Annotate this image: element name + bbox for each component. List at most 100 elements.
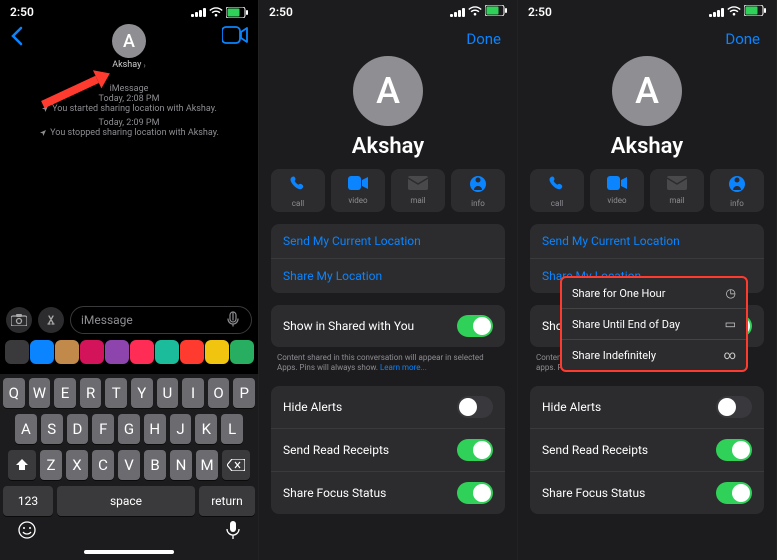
contact-name[interactable]: Akshay› [0,60,258,70]
key-d[interactable]: D [67,414,89,444]
key-p[interactable]: P [233,378,255,408]
toggle-read-receipts[interactable] [457,439,493,461]
share-end-of-day[interactable]: Share Until End of Day▭ [562,309,746,340]
app-icon-0[interactable] [5,340,29,364]
battery-icon [485,5,507,19]
toggle-hide-alerts[interactable] [457,396,493,418]
show-shared-with-you[interactable]: Show in Shared with You [271,305,505,347]
home-indicator[interactable] [84,550,174,554]
dictation-icon[interactable] [225,311,241,330]
share-my-location[interactable]: Share My Location [271,259,505,293]
space-key[interactable]: space [57,486,195,516]
key-w[interactable]: W [29,378,51,408]
key-l[interactable]: L [221,414,243,444]
keyboard[interactable]: QWERTYUIOP ASDFGHJKL ZXCVBNM 123 space r… [0,374,258,560]
toggle-focus-status[interactable] [457,482,493,504]
location-section: Send My Current Location Share My Locati… [271,224,505,293]
key-i[interactable]: I [182,378,204,408]
key-a[interactable]: A [15,414,37,444]
mic-key[interactable] [225,520,241,544]
learn-more-link[interactable]: Learn more... [380,363,427,372]
key-h[interactable]: H [144,414,166,444]
shared-with-you-section: Show in Shared with You [271,305,505,347]
share-focus-status[interactable]: Share Focus Status [271,472,505,514]
avatar-initial: A [123,31,135,52]
app-icon-3[interactable] [80,340,104,364]
key-v[interactable]: V [118,450,140,480]
send-read-receipts[interactable]: Send Read Receipts [530,429,764,472]
share-focus-status[interactable]: Share Focus Status [530,472,764,514]
chat-header: A Akshay› [0,20,258,74]
share-one-hour[interactable]: Share for One Hour◷ [562,278,746,309]
contact-avatar[interactable]: A [112,24,146,58]
send-current-location[interactable]: Send My Current Location [271,224,505,259]
hide-alerts[interactable]: Hide Alerts [530,386,764,429]
cell-signal-icon [191,8,206,17]
key-o[interactable]: O [208,378,230,408]
app-icon-5[interactable] [130,340,154,364]
app-store-button[interactable] [38,307,64,333]
send-read-receipts[interactable]: Send Read Receipts [271,429,505,472]
clock: 2:50 [528,5,552,19]
key-q[interactable]: Q [3,378,25,408]
key-j[interactable]: J [170,414,192,444]
hide-alerts[interactable]: Hide Alerts [271,386,505,429]
send-current-location[interactable]: Send My Current Location [530,224,764,259]
status-bar: 2:50 [518,0,776,20]
video-button[interactable]: video [590,169,644,212]
app-icon-8[interactable] [205,340,229,364]
clock: 2:50 [10,5,34,19]
key-n[interactable]: N [170,450,192,480]
facetime-button[interactable] [222,26,248,48]
contact-avatar[interactable]: A [612,56,682,126]
call-button[interactable]: call [271,169,325,212]
video-button[interactable]: video [331,169,385,212]
clock: 2:50 [269,5,293,19]
key-g[interactable]: G [118,414,140,444]
numbers-key[interactable]: 123 [3,486,53,516]
toggle-read-receipts[interactable] [716,439,752,461]
key-u[interactable]: U [157,378,179,408]
app-icon-4[interactable] [105,340,129,364]
key-t[interactable]: T [105,378,127,408]
return-key[interactable]: return [199,486,255,516]
info-button[interactable]: info [451,169,505,212]
call-button[interactable]: call [530,169,584,212]
app-icon-9[interactable] [230,340,254,364]
share-indefinitely[interactable]: Share Indefinitely∞ [562,340,746,370]
key-f[interactable]: F [92,414,114,444]
back-button[interactable] [10,26,24,50]
wifi-icon [727,5,741,19]
shift-key[interactable] [8,450,36,480]
key-s[interactable]: S [41,414,63,444]
contact-name: Akshay [259,134,517,159]
done-button[interactable]: Done [725,30,760,48]
toggle-shared-with-you[interactable] [457,315,493,337]
key-e[interactable]: E [54,378,76,408]
key-z[interactable]: Z [40,450,62,480]
key-y[interactable]: Y [131,378,153,408]
app-icon-1[interactable] [30,340,54,364]
toggle-focus-status[interactable] [716,482,752,504]
info-button[interactable]: info [710,169,764,212]
message-input[interactable]: iMessage [70,306,252,334]
toggle-hide-alerts[interactable] [716,396,752,418]
key-c[interactable]: C [92,450,114,480]
contact-avatar[interactable]: A [353,56,423,126]
key-r[interactable]: R [80,378,102,408]
infinity-icon: ∞ [724,348,736,362]
emoji-key[interactable] [17,520,37,544]
key-b[interactable]: B [144,450,166,480]
contact-profile: A Akshay [518,48,776,169]
key-m[interactable]: M [196,450,218,480]
app-strip[interactable] [0,338,258,366]
done-button[interactable]: Done [466,30,501,48]
backspace-key[interactable] [222,450,250,480]
cell-signal-icon [450,8,465,17]
camera-button[interactable] [6,307,32,333]
app-icon-7[interactable] [180,340,204,364]
app-icon-6[interactable] [155,340,179,364]
key-k[interactable]: K [195,414,217,444]
key-x[interactable]: X [66,450,88,480]
app-icon-2[interactable] [55,340,79,364]
